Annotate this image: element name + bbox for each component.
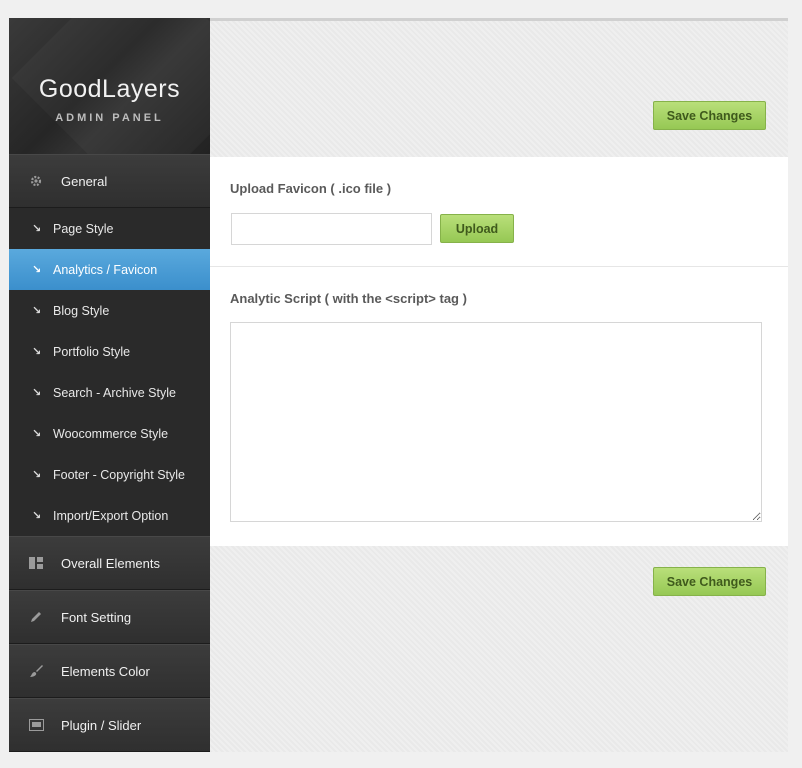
sidebar-item-label: Search - Archive Style — [53, 385, 176, 400]
sidebar-section-label: Overall Elements — [61, 555, 160, 571]
sidebar-item-label: Page Style — [53, 221, 114, 236]
script-label: Analytic Script ( with the <script> tag … — [230, 291, 467, 306]
sidebar-item-label: Portfolio Style — [53, 344, 131, 359]
layout-icon — [28, 555, 44, 571]
sidebar-section-font-setting[interactable]: Font Setting — [9, 590, 210, 644]
logo: GoodLayers ADMIN PANEL — [9, 18, 210, 154]
sidebar-item-label: Woocommerce Style — [53, 426, 169, 441]
sidebar-section-elements-color[interactable]: Elements Color — [9, 644, 210, 698]
main-content: Save Changes Upload Favicon ( .ico file … — [210, 18, 788, 752]
arrow-down-right-icon: ↘ — [32, 223, 42, 235]
sidebar-item-footer-copyright-style[interactable]: ↘ Footer - Copyright Style — [9, 454, 210, 495]
upload-button[interactable]: Upload — [440, 214, 514, 243]
gear-icon — [28, 173, 44, 189]
pencil-icon — [28, 609, 44, 625]
arrow-down-right-icon: ↘ — [32, 469, 42, 481]
sidebar-item-blog-style[interactable]: ↘ Blog Style — [9, 290, 210, 331]
sidebar-section-label: Font Setting — [61, 609, 132, 625]
sidebar-item-import-export-option[interactable]: ↘ Import/Export Option — [9, 495, 210, 536]
brush-icon — [28, 663, 44, 679]
sidebar-section-label: Plugin / Slider — [61, 717, 142, 733]
save-changes-button-top[interactable]: Save Changes — [653, 101, 766, 130]
sidebar-item-search-archive-style[interactable]: ↘ Search - Archive Style — [9, 372, 210, 413]
logo-title: GoodLayers — [38, 75, 181, 103]
arrow-down-right-icon: ↘ — [32, 428, 42, 440]
sidebar-section-label: General — [61, 173, 108, 189]
sidebar: GoodLayers ADMIN PANEL General ↘ Page St… — [9, 18, 210, 752]
sidebar-section-general[interactable]: General — [9, 154, 210, 208]
sidebar-item-label: Import/Export Option — [53, 508, 169, 523]
save-changes-button-bottom[interactable]: Save Changes — [653, 567, 766, 596]
sidebar-item-label: Analytics / Favicon — [53, 262, 158, 277]
favicon-label: Upload Favicon ( .ico file ) — [230, 181, 392, 196]
sidebar-item-woocommerce-style[interactable]: ↘ Woocommerce Style — [9, 413, 210, 454]
favicon-input[interactable] — [231, 213, 432, 245]
arrow-down-right-icon: ↘ — [32, 305, 42, 317]
general-submenu: ↘ Page Style ↘ Analytics / Favicon ↘ Blo… — [9, 208, 210, 536]
settings-panel: Upload Favicon ( .ico file ) Upload Anal… — [210, 157, 788, 546]
sidebar-item-label: Footer - Copyright Style — [53, 467, 185, 482]
arrow-down-right-icon: ↘ — [32, 387, 42, 399]
logo-subtitle: ADMIN PANEL — [55, 112, 164, 124]
sidebar-item-label: Blog Style — [53, 303, 110, 318]
slider-icon — [28, 717, 44, 733]
arrow-down-right-icon: ↘ — [32, 264, 42, 276]
divider — [210, 266, 788, 267]
sidebar-section-label: Elements Color — [61, 663, 150, 679]
sidebar-item-analytics-favicon[interactable]: ↘ Analytics / Favicon — [9, 249, 210, 290]
analytic-script-textarea[interactable] — [230, 322, 762, 522]
sidebar-section-plugin-slider[interactable]: Plugin / Slider — [9, 698, 210, 752]
sidebar-section-overall-elements[interactable]: Overall Elements — [9, 536, 210, 590]
arrow-down-right-icon: ↘ — [32, 346, 42, 358]
sidebar-item-page-style[interactable]: ↘ Page Style — [9, 208, 210, 249]
arrow-down-right-icon: ↘ — [32, 510, 42, 522]
sidebar-item-portfolio-style[interactable]: ↘ Portfolio Style — [9, 331, 210, 372]
